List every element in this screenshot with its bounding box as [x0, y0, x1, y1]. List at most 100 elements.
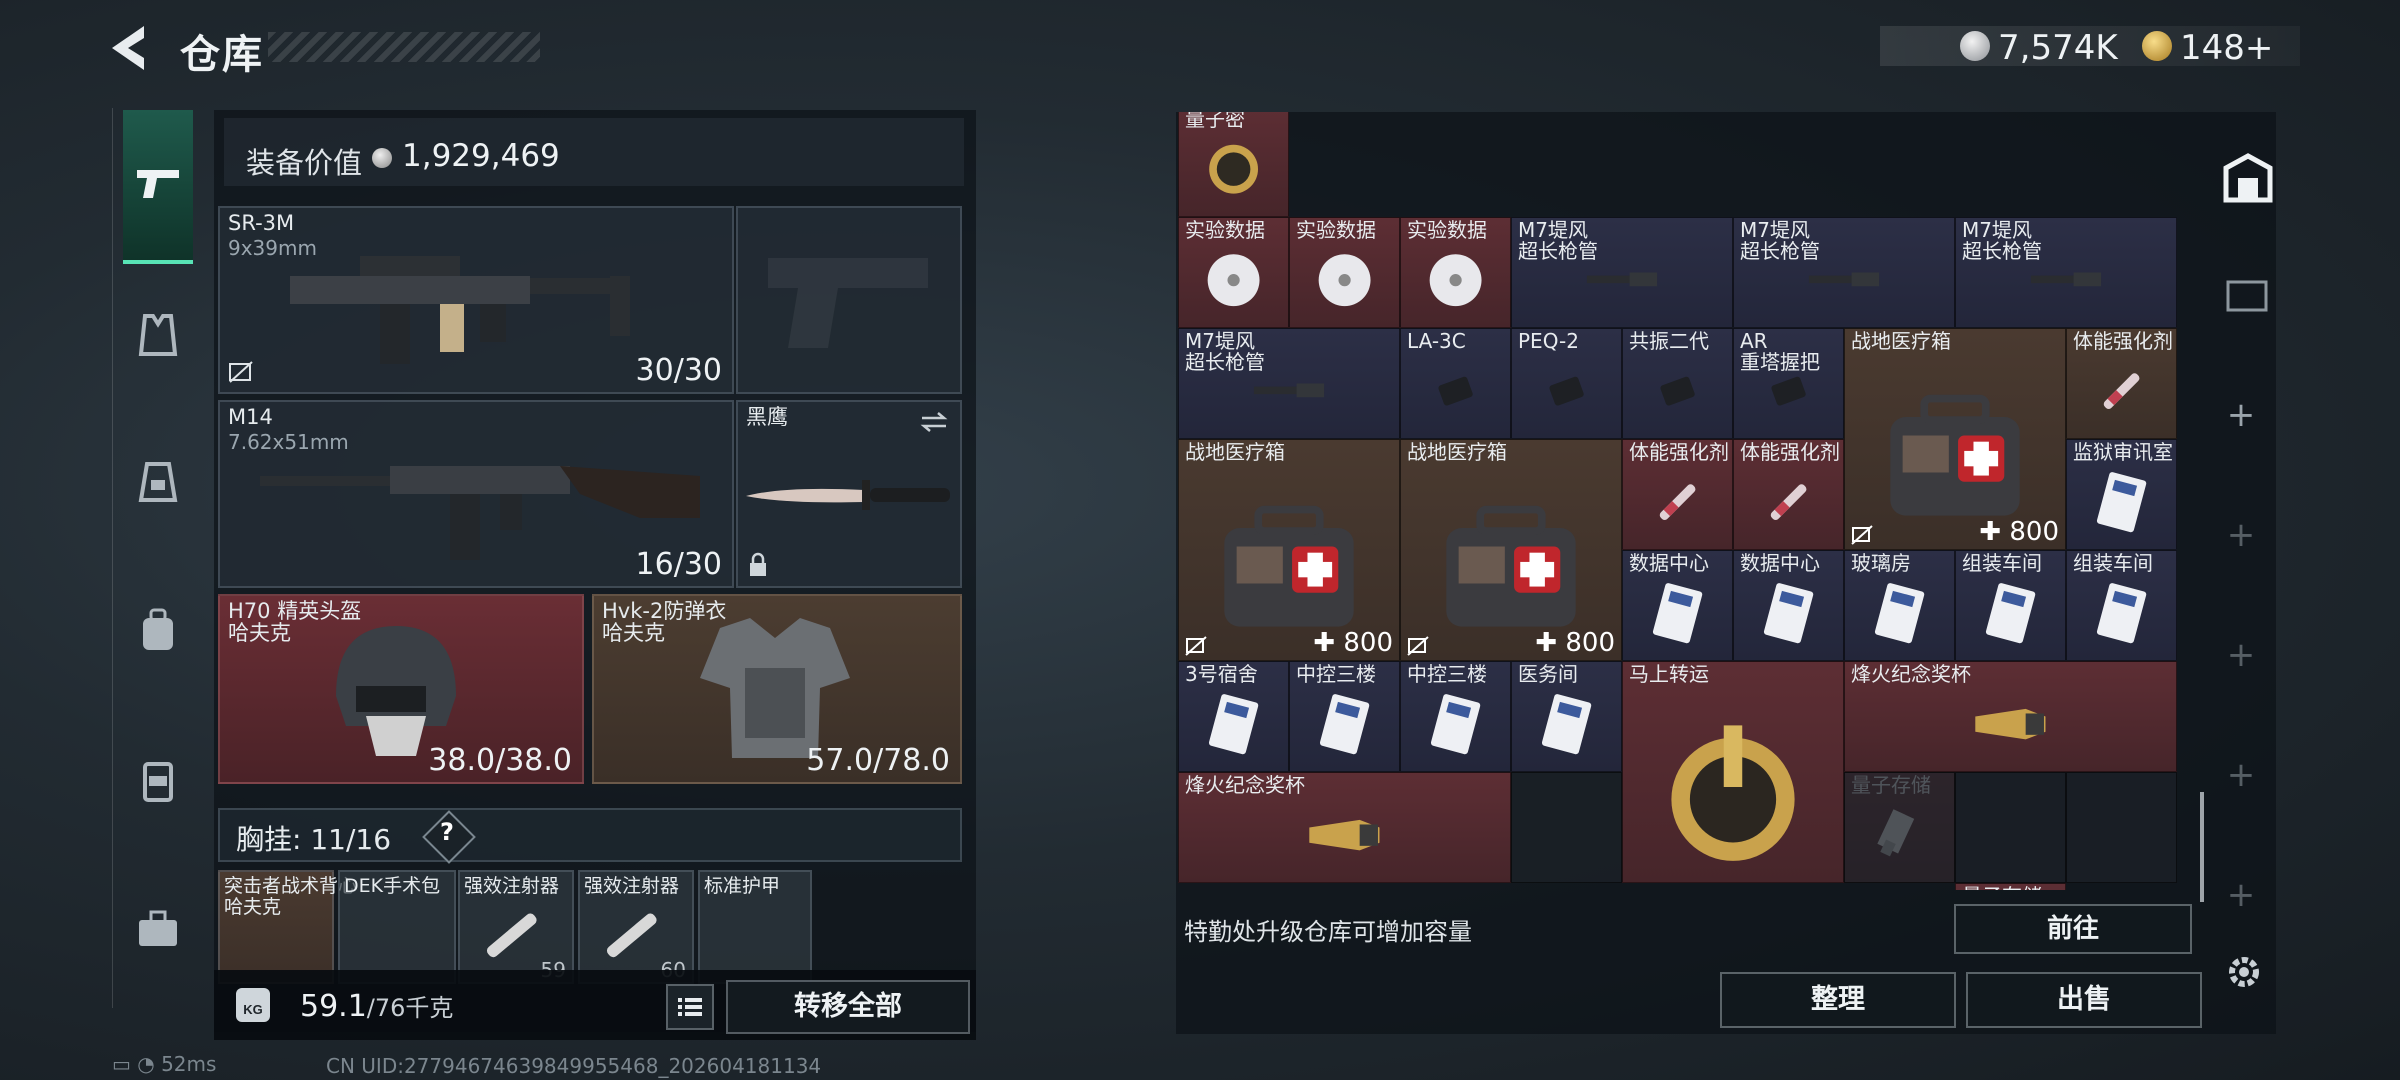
storage-item[interactable]: 量子密 — [1178, 112, 1289, 217]
plus-icon: ✚ — [1979, 517, 2010, 547]
gold-disc-image — [1209, 144, 1258, 194]
storage-item[interactable]: 战地医疗箱 ✚ 800 — [1400, 439, 1622, 661]
armor-brand: 哈夫克 — [602, 621, 665, 645]
storage-item-label: 烽火纪念奖杯 — [1185, 773, 1305, 797]
page-title: 仓库 — [180, 32, 264, 78]
storage-item-label: 战地医疗箱 — [1185, 440, 1285, 464]
backpack-icon[interactable] — [131, 604, 185, 658]
storage-item[interactable]: 体能强化剂 — [2066, 328, 2177, 439]
empty-storage-cell[interactable] — [2066, 772, 2177, 883]
storage-item[interactable]: 3号宿舍 — [1178, 661, 1289, 772]
settings-gear-icon[interactable] — [2222, 950, 2266, 994]
add-tab-icon[interactable]: + — [2224, 638, 2258, 672]
storage-item[interactable]: 战地医疗箱 ✚ 800 — [1844, 328, 2066, 550]
warehouse-icon[interactable] — [2222, 152, 2274, 204]
add-tab-icon[interactable]: + — [2224, 878, 2258, 912]
storage-case-icon[interactable] — [2222, 270, 2272, 314]
storage-item[interactable]: 体能强化剂 — [1733, 439, 1844, 550]
storage-item-label: M7堤风 超长枪管 — [1962, 218, 2042, 263]
storage-item[interactable]: 医务间 — [1511, 661, 1622, 772]
empty-storage-cell[interactable] — [1955, 772, 2066, 883]
storage-item[interactable]: 玻璃房 — [1844, 550, 1955, 661]
melee-slot[interactable]: 黑鹰 — [736, 400, 962, 588]
storage-item[interactable]: 中控三楼 — [1400, 661, 1511, 772]
primary-weapon-slot[interactable]: SR-3M 9x39mm 30/30 — [218, 206, 734, 394]
armor-slot[interactable]: Hvk-2防弹衣 哈夫克 57.0/78.0 — [592, 594, 962, 784]
chest-rig-icon[interactable] — [131, 454, 185, 508]
storage-item[interactable]: 组装车间 — [2066, 550, 2177, 661]
back-arrow-icon[interactable] — [110, 24, 154, 72]
trophy-image — [1975, 708, 2046, 740]
storage-item[interactable]: 共振二代 — [1622, 328, 1733, 439]
gold-coin-icon — [2142, 31, 2172, 61]
transfer-all-button[interactable]: 转移全部 — [726, 980, 970, 1034]
chest-rig-label: 胸挂: 11/16 — [236, 818, 391, 858]
goto-button[interactable]: 前往 — [1954, 904, 2192, 954]
helmet-slot[interactable]: H70 精英头盔 哈夫克 38.0/38.0 — [218, 594, 584, 784]
storage-item[interactable]: 数据中心 — [1733, 550, 1844, 661]
help-icon[interactable]: ? — [440, 818, 454, 846]
add-tab-icon[interactable]: + — [2224, 758, 2258, 792]
storage-item-label: 实验数据 — [1185, 218, 1265, 242]
add-tab-icon[interactable]: + — [2224, 398, 2258, 432]
storage-item[interactable]: 监狱审讯室 — [2066, 439, 2177, 550]
list-view-button[interactable] — [666, 984, 714, 1030]
storage-item-label: M7堤风 超长枪管 — [1740, 218, 1820, 263]
keycard-image — [1985, 583, 2036, 644]
storage-item[interactable]: AR 重塔握把 — [1733, 328, 1844, 439]
storage-item[interactable]: 中控三楼 — [1289, 661, 1400, 772]
rig-item[interactable]: 强效注射器 60 — [578, 870, 694, 984]
first-aid-kit-image — [1224, 506, 1354, 627]
storage-item[interactable]: 实验数据 — [1400, 217, 1511, 328]
keycard-image — [1208, 694, 1259, 755]
data-disc-image — [1318, 254, 1371, 307]
silver-coin-icon — [372, 148, 392, 168]
storage-item[interactable]: M7堤风 超长枪管 — [1733, 217, 1955, 328]
storage-item[interactable]: 量子存储 — [1955, 883, 2066, 890]
storage-item[interactable]: 烽火纪念奖杯 — [1844, 661, 2177, 772]
user-uid: CN UID:27794674639849955468_202604181134 — [326, 1054, 822, 1078]
current-weight: 59.1 — [300, 989, 367, 1024]
silver-currency-value[interactable]: 7,574K — [1998, 28, 2118, 68]
storage-item[interactable]: 马上转运 — [1622, 661, 1844, 883]
network-status: ▭ ◔ 52ms — [112, 1052, 216, 1076]
storage-item[interactable]: 战地医疗箱 ✚ 800 — [1178, 439, 1400, 661]
pistol-slot-empty[interactable] — [736, 206, 962, 394]
sort-button[interactable]: 整理 — [1720, 972, 1956, 1028]
storage-item-label: PEQ-2 — [1518, 329, 1579, 353]
rig-item[interactable]: 标准护甲 — [698, 870, 812, 984]
rig-item[interactable]: 强效注射器 59 — [458, 870, 574, 984]
secondary-weapon-slot[interactable]: M14 7.62x51mm 16/30 — [218, 400, 734, 588]
storage-item[interactable]: 数据中心 — [1622, 550, 1733, 661]
sidebar-item-weapons[interactable] — [123, 110, 193, 264]
storage-item[interactable]: 实验数据 — [1289, 217, 1400, 328]
knife-image — [746, 480, 950, 510]
storage-item[interactable]: M7堤风 超长枪管 — [1955, 217, 2177, 328]
storage-item[interactable]: PEQ-2 — [1511, 328, 1622, 439]
storage-item[interactable]: 烽火纪念奖杯 — [1178, 772, 1511, 883]
storage-item-label: 战地医疗箱 — [1407, 440, 1507, 464]
storage-item-label: 医务间 — [1518, 662, 1578, 686]
rig-item[interactable]: DEK手术包 — [338, 870, 456, 984]
storage-item[interactable]: M7堤风 超长枪管 — [1178, 328, 1400, 439]
rig-item[interactable]: 突击者战术背心 哈夫克 — [218, 870, 357, 984]
empty-storage-cell[interactable] — [1844, 772, 1955, 883]
add-tab-icon[interactable]: + — [2224, 518, 2258, 552]
storage-scrollbar[interactable] — [2200, 792, 2204, 902]
empty-storage-cell[interactable] — [1511, 772, 1622, 883]
gold-currency-value[interactable]: 148+ — [2180, 28, 2273, 68]
storage-item-label: 马上转运 — [1629, 662, 1709, 686]
swap-icon[interactable] — [918, 410, 950, 434]
pouch-icon[interactable] — [131, 754, 185, 808]
storage-item-label: 实验数据 — [1296, 218, 1376, 242]
storage-item[interactable]: 实验数据 — [1178, 217, 1289, 328]
sell-button[interactable]: 出售 — [1966, 972, 2202, 1028]
briefcase-icon[interactable] — [131, 904, 185, 958]
smg-image — [290, 256, 630, 364]
storage-item[interactable]: 组装车间 — [1955, 550, 2066, 661]
equipment-value-bar: 装备价值 1,929,469 — [224, 118, 964, 186]
storage-item[interactable]: 体能强化剂 — [1622, 439, 1733, 550]
storage-item[interactable]: M7堤风 超长枪管 — [1511, 217, 1733, 328]
storage-item[interactable]: LA-3C — [1400, 328, 1511, 439]
vest-icon[interactable] — [131, 308, 185, 362]
